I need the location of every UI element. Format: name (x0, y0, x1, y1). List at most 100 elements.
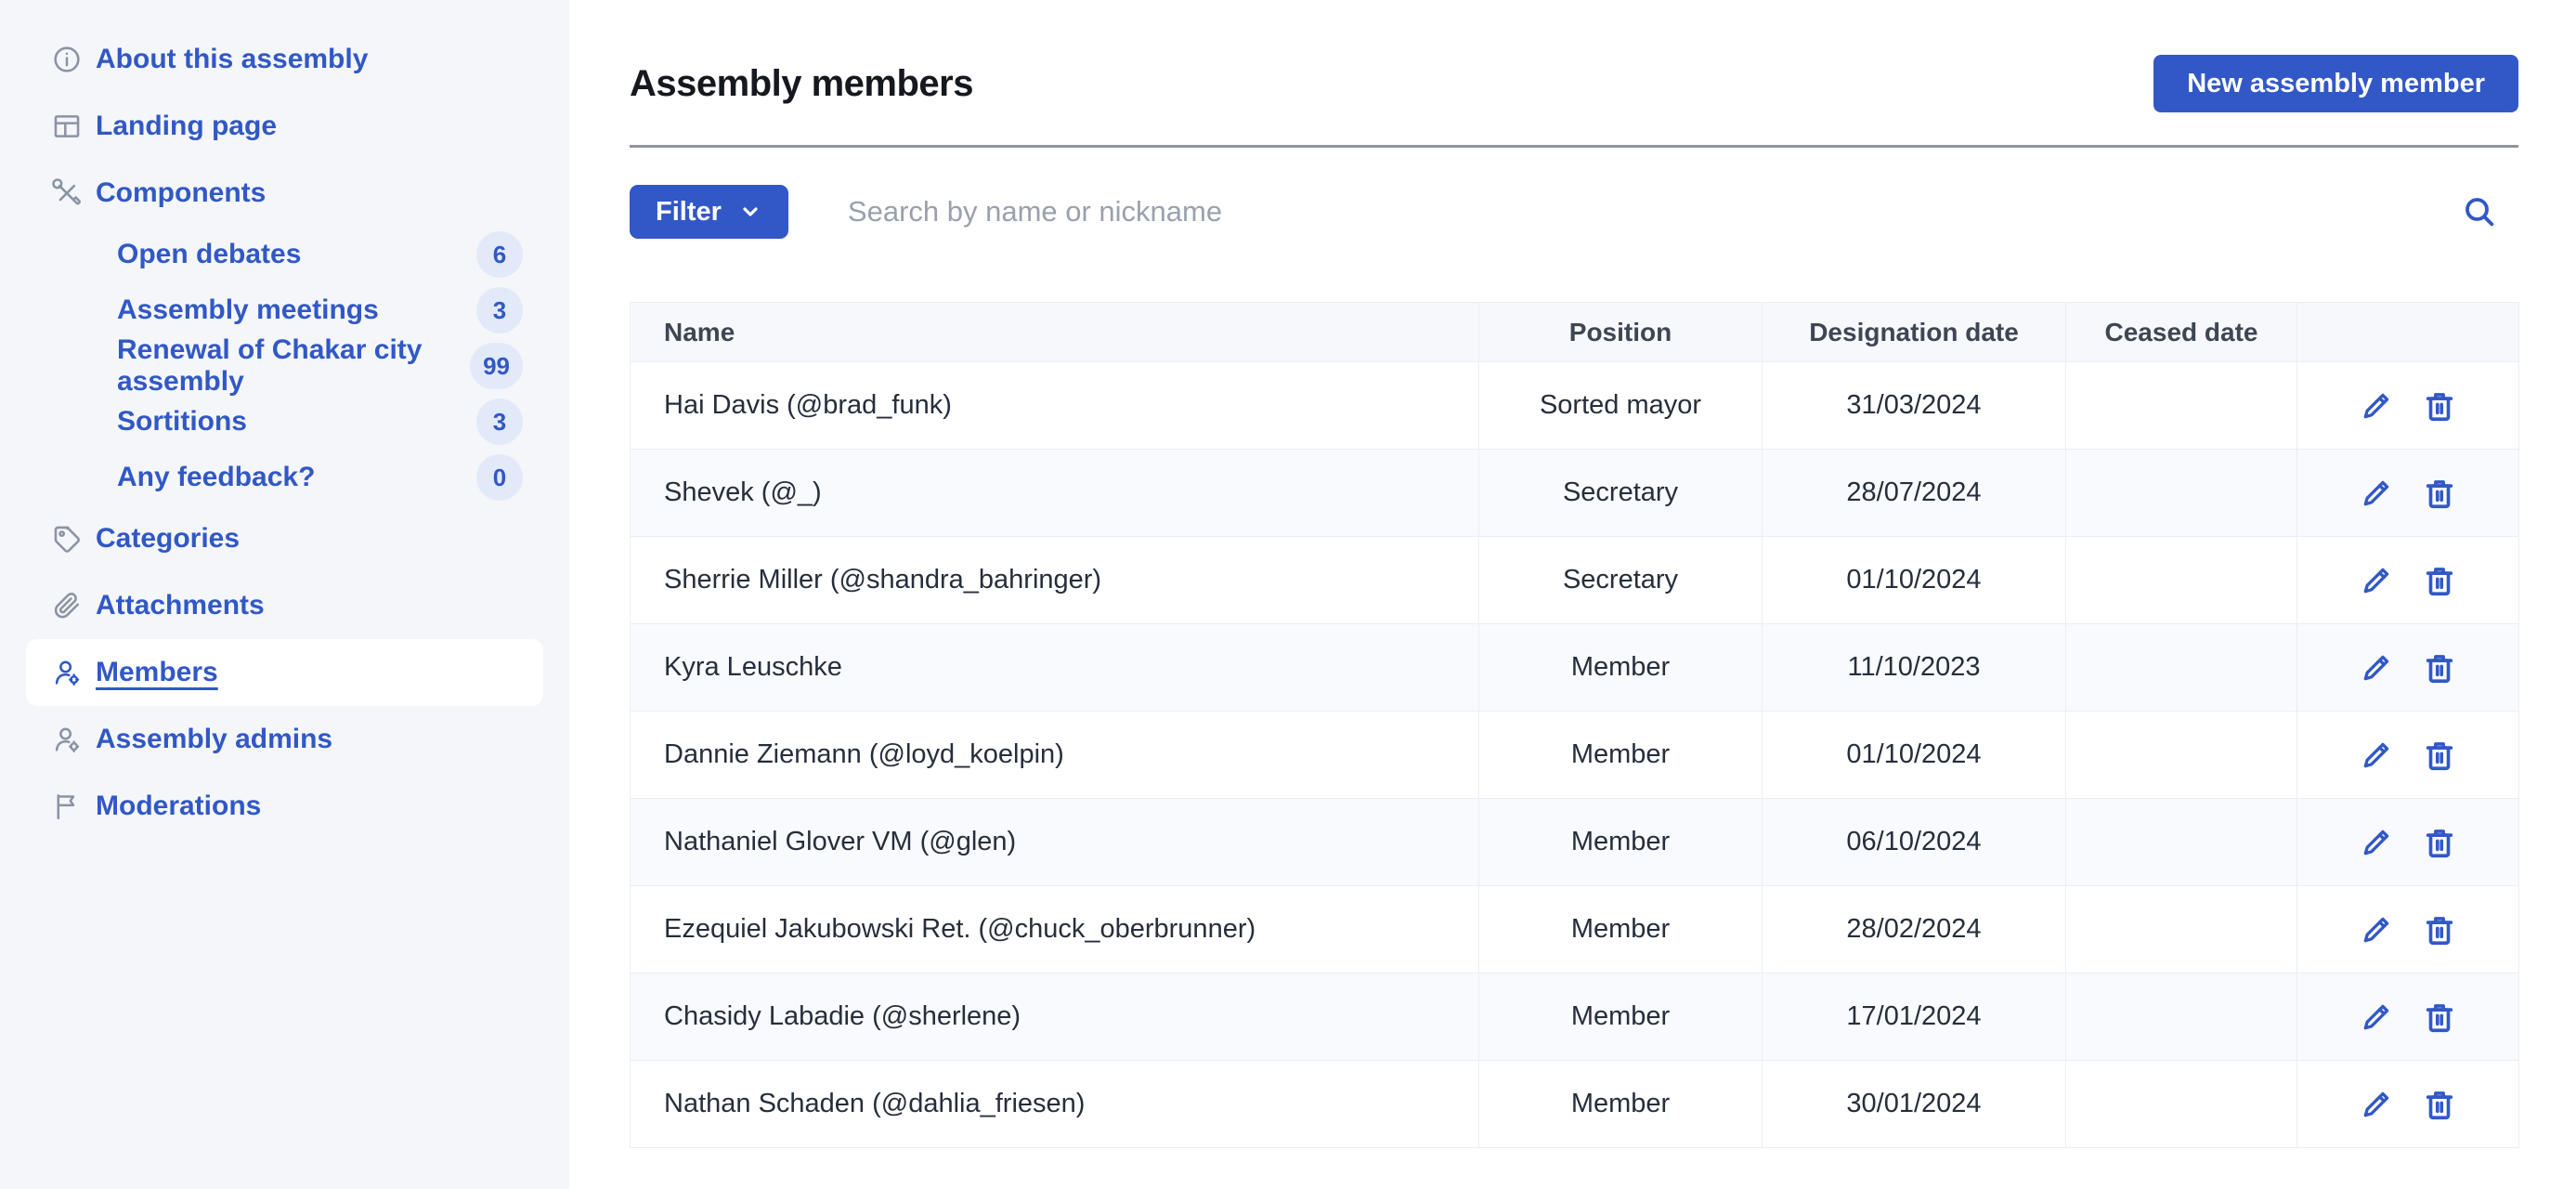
column-header-ceased-date: Ceased date (2065, 302, 2297, 362)
edit-button[interactable] (2357, 823, 2396, 862)
new-assembly-member-button[interactable]: New assembly member (2153, 55, 2518, 112)
row-actions (2297, 910, 2518, 949)
delete-button[interactable] (2420, 823, 2459, 862)
column-header-designation-date: Designation date (1762, 302, 2066, 362)
cell-designation-date: 28/02/2024 (1762, 885, 2066, 973)
filter-button[interactable]: Filter (630, 185, 788, 239)
cell-position: Member (1478, 711, 1763, 799)
sidebar-item-components[interactable]: Components (26, 160, 543, 227)
delete-button[interactable] (2420, 998, 2459, 1037)
trash-icon (2422, 563, 2457, 598)
cell-designation-date: 06/10/2024 (1762, 798, 2066, 886)
cell-name: Nathan Schaden (@dahlia_friesen) (630, 1060, 1479, 1148)
sidebar-item-sortitions[interactable]: Sortitions 3 (26, 394, 543, 450)
row-actions (2297, 648, 2518, 687)
table-row: Hai Davis (@brad_funk) Sorted mayor 31/03/… (630, 361, 2519, 450)
cell-position: Member (1478, 798, 1763, 886)
tag-icon (51, 523, 83, 555)
sidebar-item-members[interactable]: Members (26, 639, 543, 706)
delete-button[interactable] (2420, 648, 2459, 687)
cell-designation-date: 31/03/2024 (1762, 361, 2066, 450)
pencil-icon (2359, 912, 2394, 947)
filter-button-label: Filter (656, 196, 722, 227)
column-header-actions (2296, 302, 2519, 362)
edit-button[interactable] (2357, 736, 2396, 775)
cell-designation-date: 01/10/2024 (1762, 711, 2066, 799)
cell-name: Dannie Ziemann (@loyd_koelpin) (630, 711, 1479, 799)
search-input[interactable] (787, 185, 2457, 239)
search-button[interactable] (2457, 189, 2502, 234)
cell-designation-date: 01/10/2024 (1762, 536, 2066, 624)
sidebar-item-label: Categories (96, 523, 241, 554)
cell-name: Hai Davis (@brad_funk) (630, 361, 1479, 450)
sidebar-item-label: Open debates (117, 239, 302, 269)
sidebar-item-assembly-meetings[interactable]: Assembly meetings 3 (26, 282, 543, 338)
cell-actions (2296, 1060, 2519, 1148)
edit-button[interactable] (2357, 561, 2396, 600)
cell-position: Secretary (1478, 536, 1763, 624)
table-row: Ezequiel Jakubowski Ret. (@chuck_oberbru… (630, 885, 2519, 973)
delete-button[interactable] (2420, 1085, 2459, 1124)
row-actions (2297, 474, 2518, 513)
cell-actions (2296, 449, 2519, 537)
tools-icon (51, 177, 83, 209)
cell-position: Member (1478, 973, 1763, 1061)
cell-name: Sherrie Miller (@shandra_bahringer) (630, 536, 1479, 624)
row-actions (2297, 386, 2518, 425)
delete-button[interactable] (2420, 386, 2459, 425)
cell-position: Member (1478, 1060, 1763, 1148)
cell-name: Nathaniel Glover VM (@glen) (630, 798, 1479, 886)
sidebar-item-label: Members (96, 657, 218, 687)
sidebar: About this assembly Landing page Component… (0, 0, 569, 1189)
members-table: Name Position Designation date Ceased da… (630, 302, 2519, 1148)
sidebar-item-label: Any feedback? (117, 462, 316, 492)
pencil-icon (2359, 650, 2394, 686)
column-header-position: Position (1478, 302, 1763, 362)
flag-icon (51, 790, 83, 822)
main-content: Assembly members New assembly member Fil… (569, 0, 2576, 1189)
sidebar-item-landing-page[interactable]: Landing page (26, 93, 543, 160)
edit-button[interactable] (2357, 648, 2396, 687)
sidebar-item-label: Landing page (96, 111, 277, 141)
user-gear-icon (51, 724, 83, 755)
cell-position: Sorted mayor (1478, 361, 1763, 450)
delete-button[interactable] (2420, 910, 2459, 949)
edit-button[interactable] (2357, 910, 2396, 949)
sidebar-item-about-this-assembly[interactable]: About this assembly (26, 26, 543, 93)
edit-button[interactable] (2357, 474, 2396, 513)
count-badge: 0 (476, 454, 523, 501)
row-actions (2297, 561, 2518, 600)
cell-ceased-date (2065, 973, 2297, 1061)
cell-name: Shevek (@_) (630, 449, 1479, 537)
cell-designation-date: 17/01/2024 (1762, 973, 2066, 1061)
paperclip-icon (51, 590, 83, 621)
cell-position: Member (1478, 885, 1763, 973)
pencil-icon (2359, 1000, 2394, 1035)
sidebar-item-any-feedback[interactable]: Any feedback? 0 (26, 450, 543, 505)
cell-designation-date: 30/01/2024 (1762, 1060, 2066, 1148)
cell-ceased-date (2065, 623, 2297, 712)
edit-button[interactable] (2357, 1085, 2396, 1124)
cell-actions (2296, 973, 2519, 1061)
pencil-icon (2359, 388, 2394, 424)
edit-button[interactable] (2357, 998, 2396, 1037)
cell-ceased-date (2065, 711, 2297, 799)
delete-button[interactable] (2420, 736, 2459, 775)
delete-button[interactable] (2420, 474, 2459, 513)
sidebar-item-attachments[interactable]: Attachments (26, 572, 543, 639)
sidebar-item-moderations[interactable]: Moderations (26, 773, 543, 840)
sidebar-item-categories[interactable]: Categories (26, 505, 543, 572)
sidebar-item-open-debates[interactable]: Open debates 6 (26, 227, 543, 282)
table-body: Hai Davis (@brad_funk) Sorted mayor 31/03/… (630, 361, 2519, 1148)
cell-actions (2296, 885, 2519, 973)
trash-icon (2422, 912, 2457, 947)
count-badge: 6 (476, 231, 523, 278)
cell-designation-date: 28/07/2024 (1762, 449, 2066, 537)
edit-button[interactable] (2357, 386, 2396, 425)
sidebar-item-renewal-of-chakar-city-assembly[interactable]: Renewal of Chakar city assembly 99 (26, 334, 543, 397)
cell-ceased-date (2065, 1060, 2297, 1148)
sidebar-item-assembly-admins[interactable]: Assembly admins (26, 706, 543, 773)
trash-icon (2422, 1000, 2457, 1035)
delete-button[interactable] (2420, 561, 2459, 600)
chevron-down-icon (738, 200, 762, 224)
